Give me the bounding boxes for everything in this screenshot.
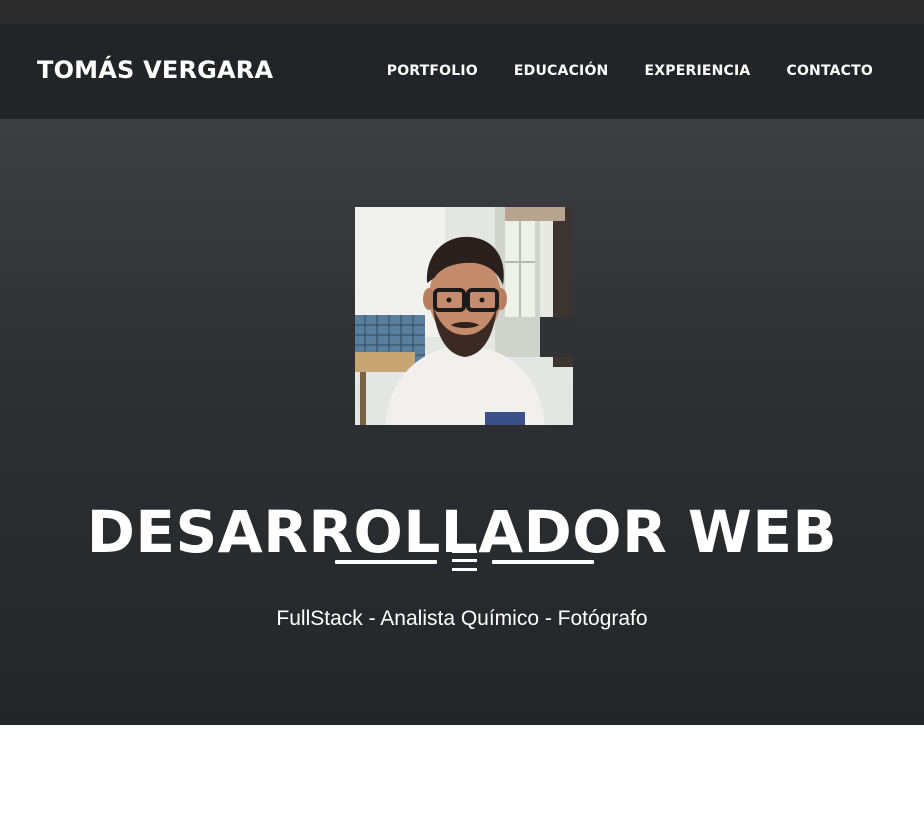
hero-divider [335,547,594,577]
profile-photo [355,207,573,425]
divider-line-right [492,560,594,564]
hero-subtitle: FullStack - Analista Químico - Fotógrafo [276,607,648,630]
navbar: TOMÁS VERGARA PORTFOLIO EDUCACIÓN EXPERI… [0,24,924,119]
bars-icon [452,550,477,571]
profile-photo-illustration [355,207,573,425]
brand-link[interactable]: TOMÁS VERGARA [37,56,273,84]
next-section [0,725,924,815]
nav-portfolio[interactable]: PORTFOLIO [387,63,478,79]
nav-educacion[interactable]: EDUCACIÓN [514,63,609,79]
browser-top-strip [0,0,924,24]
nav-menu: PORTFOLIO EDUCACIÓN EXPERIENCIA CONTACTO [387,63,873,79]
nav-contacto[interactable]: CONTACTO [786,63,873,79]
divider-line-left [335,560,437,564]
hero-section: DESARROLLADOR WEB FullStack - Analista Q… [0,119,924,725]
nav-experiencia[interactable]: EXPERIENCIA [644,63,750,79]
